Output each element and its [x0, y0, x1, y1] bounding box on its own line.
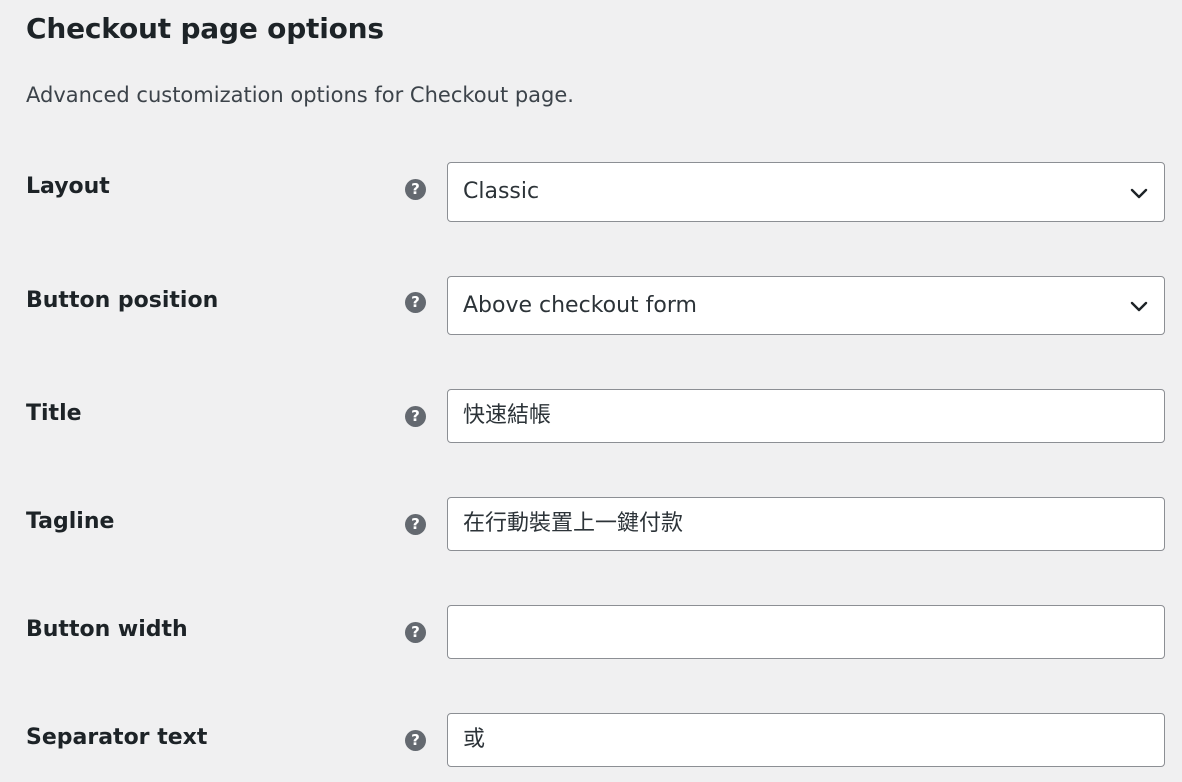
title-label: Title — [26, 401, 82, 426]
layout-row: Layout ? Classic — [0, 162, 1182, 222]
tagline-label: Tagline — [26, 509, 115, 534]
layout-label: Layout — [26, 174, 110, 199]
tagline-input-value: 在行動裝置上一鍵付款 — [463, 511, 684, 536]
button-width-label: Button width — [26, 617, 188, 642]
title-row: Title ? 快速結帳 — [0, 389, 1182, 443]
button-position-help-icon[interactable]: ? — [405, 292, 426, 313]
button-width-row: Button width ? — [0, 605, 1182, 659]
button-position-row: Button position ? Above checkout form — [0, 276, 1182, 335]
chevron-down-icon — [1130, 188, 1148, 199]
button-position-select[interactable]: Above checkout form — [447, 276, 1165, 335]
separator-text-row: Separator text ? 或 — [0, 713, 1182, 767]
title-help-icon[interactable]: ? — [405, 406, 426, 427]
checkout-options-page: Checkout page options Advanced customiza… — [0, 0, 1182, 782]
separator-text-label: Separator text — [26, 725, 208, 750]
separator-text-help-icon[interactable]: ? — [405, 730, 426, 751]
title-input-value: 快速結帳 — [463, 403, 552, 428]
button-position-select-value: Above checkout form — [463, 293, 697, 318]
button-width-help-icon[interactable]: ? — [405, 622, 426, 643]
layout-help-icon[interactable]: ? — [405, 179, 426, 200]
button-width-input[interactable] — [447, 605, 1165, 659]
button-position-label: Button position — [26, 288, 219, 313]
separator-text-input-value: 或 — [463, 727, 486, 752]
tagline-row: Tagline ? 在行動裝置上一鍵付款 — [0, 497, 1182, 551]
separator-text-input[interactable]: 或 — [447, 713, 1165, 767]
chevron-down-icon — [1130, 301, 1148, 312]
tagline-help-icon[interactable]: ? — [405, 514, 426, 535]
section-title: Checkout page options — [26, 12, 384, 45]
layout-select[interactable]: Classic — [447, 162, 1165, 222]
tagline-input[interactable]: 在行動裝置上一鍵付款 — [447, 497, 1165, 551]
title-input[interactable]: 快速結帳 — [447, 389, 1165, 443]
section-description: Advanced customization options for Check… — [26, 83, 574, 107]
layout-select-value: Classic — [463, 179, 540, 204]
